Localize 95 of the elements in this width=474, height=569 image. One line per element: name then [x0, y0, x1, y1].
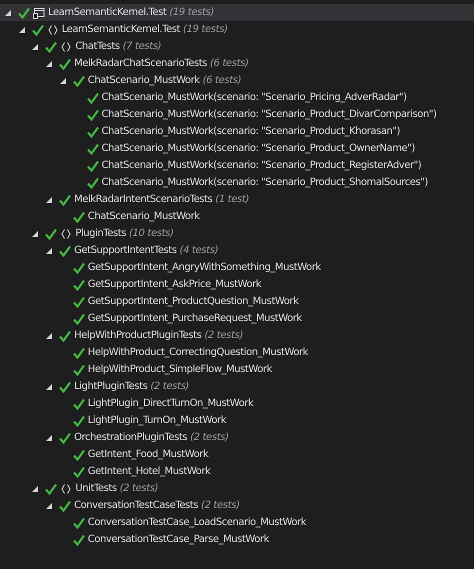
- tree-item[interactable]: ChatScenario_MustWork(scenario: "Scenario_Pricing_AdverRadar"): [0, 89, 474, 106]
- test-name: GetIntent_Food_MustWork: [88, 449, 208, 460]
- test-name: ChatScenario_MustWork(scenario: "Scenario_Product_DivarComparison"): [102, 109, 436, 120]
- test-count: (10 tests): [128, 228, 174, 239]
- tree-item[interactable]: HelpWithProduct_SimpleFlow_MustWork: [0, 361, 474, 378]
- test-name: GetSupportIntent_ProductQuestion_MustWork: [88, 296, 298, 307]
- test-name: ConversationTestCaseTests: [74, 500, 198, 511]
- test-name: MelkRadarIntentScenarioTests: [74, 194, 212, 205]
- test-name: LightPluginTests: [74, 381, 148, 392]
- test-name: ChatScenario_MustWork(scenario: "Scenario_Product_ShomalSources"): [102, 177, 428, 188]
- tree-item[interactable]: LearnSemanticKernel.Test (19 tests): [0, 4, 474, 21]
- test-count: (2 tests): [120, 483, 158, 494]
- test-name: ConversationTestCase_Parse_MustWork: [88, 534, 269, 545]
- tree-item[interactable]: GetIntent_Hotel_MustWork: [0, 463, 474, 480]
- test-count: (7 tests): [122, 41, 162, 52]
- collapse-arrow-icon[interactable]: [58, 76, 67, 84]
- tree-item[interactable]: UnitTests (2 tests): [0, 480, 474, 497]
- test-name: ChatScenario_MustWork: [88, 211, 200, 222]
- tree-item[interactable]: ConversationTestCaseTests (2 tests): [0, 497, 474, 514]
- tree-item[interactable]: ChatScenario_MustWork(scenario: "Scenario_Product_OwnerName"): [0, 140, 474, 157]
- test-count: (1 test): [215, 194, 250, 205]
- test-name: HelpWithProduct_CorrectingQuestion_MustWork: [88, 347, 308, 358]
- test-count: (6 tests): [202, 75, 242, 86]
- test-name: ChatScenario_MustWork(scenario: "Scenario_Pricing_AdverRadar"): [102, 92, 407, 103]
- tree-item[interactable]: GetSupportIntent_PurchaseRequest_MustWork: [0, 310, 474, 327]
- tree-item[interactable]: MelkRadarChatScenarioTests (6 tests): [0, 55, 474, 72]
- tree-item[interactable]: GetIntent_Food_MustWork: [0, 446, 474, 463]
- test-name: UnitTests: [75, 483, 117, 494]
- test-name: LightPlugin_TurnOn_MustWork: [88, 415, 226, 426]
- collapse-arrow-icon[interactable]: [45, 434, 54, 442]
- test-name: HelpWithProduct_SimpleFlow_MustWork: [88, 364, 272, 375]
- test-count: (2 tests): [201, 500, 240, 511]
- test-count: (2 tests): [190, 432, 229, 443]
- test-name: ChatScenario_MustWork(scenario: "Scenario_Product_RegisterAdver"): [102, 160, 422, 171]
- tree-item[interactable]: ConversationTestCase_Parse_MustWork: [0, 531, 474, 548]
- test-name: ChatScenario_MustWork: [88, 75, 200, 86]
- tree-item[interactable]: GetSupportIntent_AngryWithSomething_MustWork: [0, 259, 474, 276]
- tree-item[interactable]: ConversationTestCase_LoadScenario_MustWork: [0, 514, 474, 531]
- tree-item[interactable]: LightPlugin_DirectTurnOn_MustWork: [0, 395, 474, 412]
- braces-icon: [46, 24, 59, 36]
- test-count: (19 tests): [169, 7, 214, 18]
- tree-item[interactable]: ChatScenario_MustWork(scenario: "Scenario_Product_DivarComparison"): [0, 106, 474, 123]
- test-count: (2 tests): [150, 381, 189, 392]
- tree-item[interactable]: ChatTests (7 tests): [0, 38, 474, 55]
- collapse-arrow-icon[interactable]: [18, 26, 26, 34]
- tree-item[interactable]: ChatScenario_MustWork(scenario: "Scenario_Product_Khorasan"): [0, 123, 474, 140]
- tree-item[interactable]: GetSupportIntent_ProductQuestion_MustWork: [0, 293, 474, 310]
- test-count: (6 tests): [210, 58, 249, 69]
- test-name: LearnSemanticKernel.Test: [62, 24, 180, 35]
- tree-item[interactable]: GetSupportIntent_AskPrice_MustWork: [0, 276, 474, 293]
- tree-item[interactable]: LearnSemanticKernel.Test (19 tests): [0, 21, 474, 38]
- test-name: GetSupportIntent_AskPrice_MustWork: [88, 279, 262, 290]
- test-name: LearnSemanticKernel.Test: [48, 7, 166, 18]
- braces-icon: [60, 40, 72, 52]
- project-icon: [33, 6, 45, 18]
- test-name: ChatTests: [75, 41, 120, 52]
- test-count: (4 tests): [180, 245, 218, 256]
- braces-icon: [60, 482, 72, 494]
- tree-item[interactable]: OrchestrationPluginTests (2 tests): [0, 429, 474, 446]
- tree-item[interactable]: ChatScenario_MustWork(scenario: "Scenario_Product_ShomalSources"): [0, 174, 474, 191]
- test-count: (19 tests): [183, 24, 228, 35]
- collapse-arrow-icon[interactable]: [45, 246, 54, 254]
- test-count: (2 tests): [204, 330, 243, 341]
- tree-item[interactable]: HelpWithProduct_CorrectingQuestion_MustWork: [0, 344, 474, 361]
- tree-item[interactable]: ChatScenario_MustWork(scenario: "Scenario_Product_RegisterAdver"): [0, 157, 474, 174]
- test-name: GetSupportIntent_PurchaseRequest_MustWork: [88, 313, 302, 324]
- test-name: GetIntent_Hotel_MustWork: [88, 466, 210, 477]
- collapse-arrow-icon[interactable]: [45, 382, 54, 390]
- test-name: MelkRadarChatScenarioTests: [74, 58, 207, 69]
- braces-icon: [60, 228, 72, 240]
- collapse-arrow-icon[interactable]: [45, 502, 54, 510]
- test-name: HelpWithProductPluginTests: [74, 330, 202, 341]
- collapse-arrow-icon[interactable]: [31, 484, 40, 492]
- collapse-arrow-icon[interactable]: [31, 230, 40, 238]
- collapse-arrow-icon[interactable]: [31, 42, 40, 50]
- tree-item[interactable]: PluginTests (10 tests): [0, 225, 474, 242]
- test-name: GetSupportIntent_AngryWithSomething_MustWork: [88, 262, 321, 273]
- test-name: ChatScenario_MustWork(scenario: "Scenario_Product_Khorasan"): [102, 126, 400, 137]
- collapse-arrow-icon[interactable]: [45, 196, 54, 204]
- test-name: LightPlugin_DirectTurnOn_MustWork: [88, 398, 254, 409]
- collapse-arrow-icon[interactable]: [4, 8, 12, 16]
- tree-item[interactable]: MelkRadarIntentScenarioTests (1 test): [0, 191, 474, 208]
- test-name: ConversationTestCase_LoadScenario_MustWork: [88, 517, 306, 528]
- test-name: ChatScenario_MustWork(scenario: "Scenario_Product_OwnerName"): [102, 143, 415, 154]
- collapse-arrow-icon[interactable]: [45, 332, 54, 340]
- tree-item[interactable]: LightPluginTests (2 tests): [0, 378, 474, 395]
- test-name: OrchestrationPluginTests: [74, 432, 188, 443]
- test-name: GetSupportIntentTests: [74, 245, 177, 256]
- collapse-arrow-icon[interactable]: [45, 60, 54, 68]
- tree-item[interactable]: ChatScenario_MustWork: [0, 208, 474, 225]
- test-name: PluginTests: [75, 228, 126, 239]
- tree-item[interactable]: GetSupportIntentTests (4 tests): [0, 242, 474, 259]
- tree-item[interactable]: LightPlugin_TurnOn_MustWork: [0, 412, 474, 429]
- tree-item[interactable]: ChatScenario_MustWork (6 tests): [0, 72, 474, 89]
- tree-item[interactable]: HelpWithProductPluginTests (2 tests): [0, 327, 474, 344]
